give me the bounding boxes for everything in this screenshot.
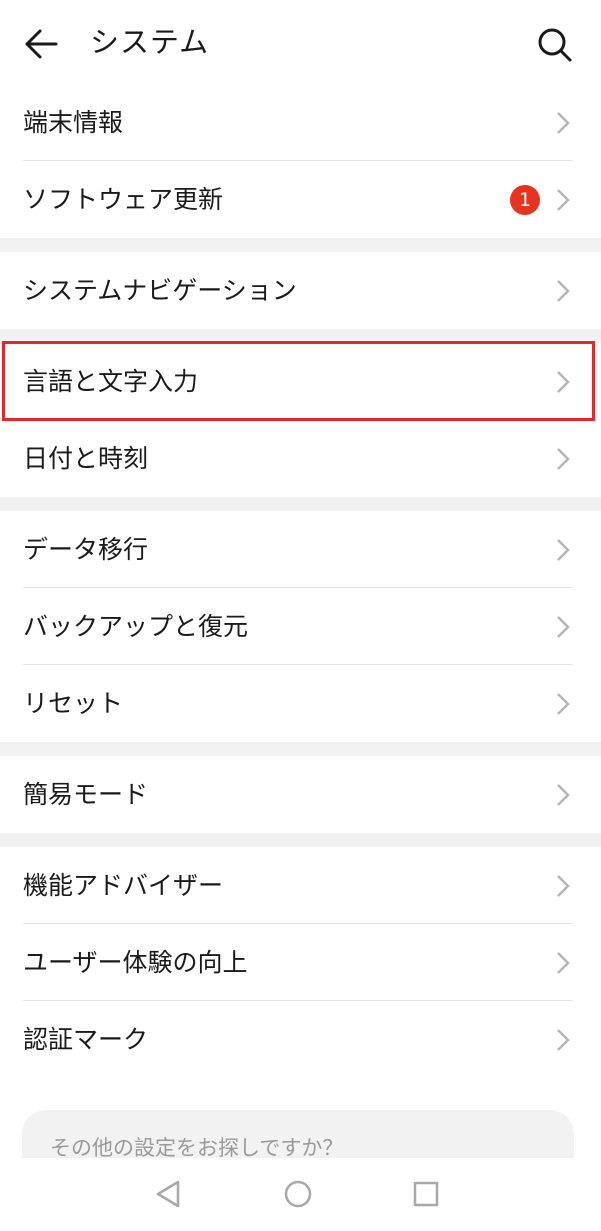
list-item-label: ユーザー体験の向上	[23, 948, 248, 977]
page-title: システム	[90, 25, 210, 59]
app-bar: システム	[0, 0, 601, 84]
circle-home-icon	[284, 1180, 312, 1208]
list-item-label: データ移行	[23, 535, 149, 564]
list-item-label: 簡易モード	[23, 780, 149, 809]
back-button[interactable]	[22, 24, 62, 64]
search-button[interactable]	[534, 24, 574, 64]
chevron-right-icon	[557, 875, 570, 897]
chevron-right-icon	[557, 952, 570, 974]
list-item-language-input[interactable]: 言語と文字入力	[0, 343, 601, 420]
chevron-right-icon	[557, 539, 570, 561]
list-item-label: リセット	[23, 689, 124, 718]
list-item-system-navigation[interactable]: システムナビゲーション	[0, 252, 601, 329]
section-divider	[0, 742, 601, 756]
list-item-label: 端末情報	[23, 108, 124, 137]
chevron-right-icon	[557, 371, 570, 393]
list-item-data-migration[interactable]: データ移行	[0, 511, 601, 588]
update-count-badge: 1	[510, 185, 540, 215]
list-item-backup-restore[interactable]: バックアップと復元	[0, 588, 601, 665]
section-divider	[0, 833, 601, 847]
chevron-right-icon	[557, 1029, 570, 1051]
chevron-right-icon	[557, 784, 570, 806]
nav-home-button[interactable]	[280, 1176, 316, 1212]
list-item-label: ソフトウェア更新	[23, 185, 224, 214]
search-icon	[538, 28, 572, 62]
section-divider	[0, 238, 601, 252]
chevron-right-icon	[557, 189, 570, 211]
chevron-right-icon	[557, 448, 570, 470]
list-item-label: 日付と時刻	[23, 444, 149, 473]
square-recents-icon	[413, 1181, 439, 1207]
list-item-feature-advisor[interactable]: 機能アドバイザー	[0, 847, 601, 924]
list-item-simple-mode[interactable]: 簡易モード	[0, 756, 601, 833]
list-item-label: 認証マーク	[23, 1025, 149, 1054]
list-item-date-time[interactable]: 日付と時刻	[0, 420, 601, 497]
chevron-right-icon	[557, 112, 570, 134]
list-item-label: 機能アドバイザー	[23, 871, 224, 900]
list-item-label: 言語と文字入力	[23, 367, 199, 396]
list-item-reset[interactable]: リセット	[0, 665, 601, 742]
nav-recents-button[interactable]	[408, 1176, 444, 1212]
chevron-right-icon	[557, 280, 570, 302]
list-item-user-experience[interactable]: ユーザー体験の向上	[0, 924, 601, 1001]
nav-back-button[interactable]	[150, 1176, 186, 1212]
list-item-device-info[interactable]: 端末情報	[0, 84, 601, 161]
triangle-back-icon	[156, 1180, 180, 1208]
list-item-certification-marks[interactable]: 認証マーク	[0, 1001, 601, 1078]
arrow-left-icon	[25, 29, 58, 59]
system-navigation-bar	[0, 1158, 601, 1231]
section-divider	[0, 497, 601, 511]
section-divider	[0, 329, 601, 343]
chevron-right-icon	[557, 616, 570, 638]
list-item-label: システムナビゲーション	[23, 276, 297, 305]
settings-list: 端末情報 ソフトウェア更新 システムナビゲーション 言語と文字入力 日付と時刻 …	[0, 84, 601, 1078]
list-item-label: バックアップと復元	[23, 612, 249, 641]
chevron-right-icon	[557, 693, 570, 715]
